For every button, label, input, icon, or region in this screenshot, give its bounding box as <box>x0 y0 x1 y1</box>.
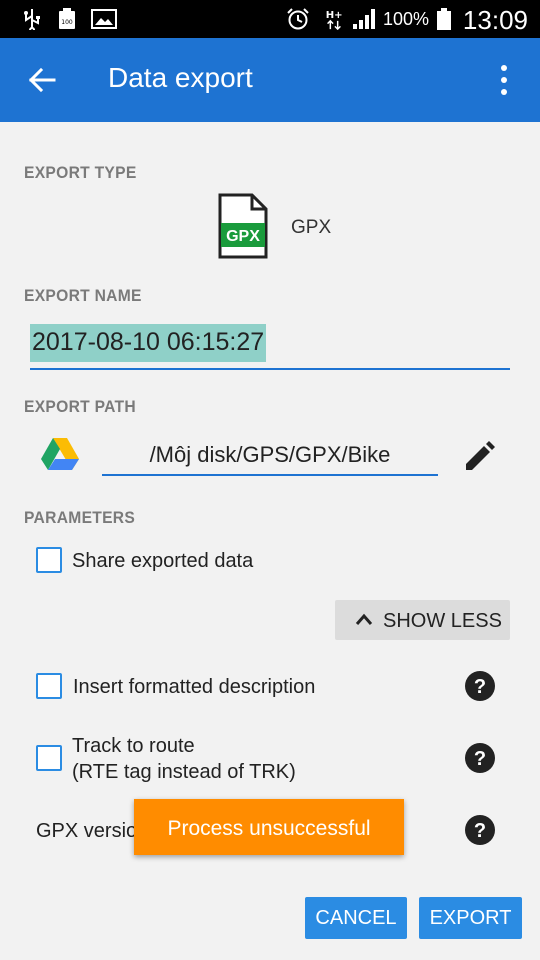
show-less-label: SHOW LESS <box>383 610 502 632</box>
track-to-route-checkbox[interactable] <box>36 745 62 771</box>
share-checkbox[interactable] <box>36 547 62 573</box>
status-bar: 100 H+ 100% 13:09 <box>0 0 540 38</box>
page-title: Data export <box>108 62 253 93</box>
svg-text:100: 100 <box>61 19 73 26</box>
more-vert-icon[interactable] <box>484 60 524 100</box>
insert-description-checkbox[interactable] <box>36 673 62 699</box>
export-type-value: GPX <box>291 217 332 238</box>
export-type-label: EXPORT TYPE <box>24 163 137 182</box>
show-less-button[interactable]: SHOW LESS <box>335 600 510 640</box>
signal-icon <box>353 9 375 29</box>
export-path-label: EXPORT PATH <box>24 397 136 416</box>
alarm-icon <box>287 8 309 30</box>
edit-pencil-icon[interactable] <box>462 440 496 474</box>
track-to-route-label[interactable]: Track to route <box>72 735 195 758</box>
cancel-button[interactable]: CANCEL <box>305 897 407 939</box>
parameters-label: PARAMETERS <box>24 508 136 527</box>
insert-description-label[interactable]: Insert formatted description <box>73 676 315 699</box>
share-label[interactable]: Share exported data <box>72 550 253 573</box>
export-path-field[interactable]: /Môj disk/GPS/GPX/Bike <box>102 436 438 476</box>
export-button[interactable]: EXPORT <box>419 897 522 939</box>
arrow-back-icon[interactable] <box>20 58 64 102</box>
svg-text:?: ? <box>474 820 486 842</box>
export-name-field[interactable]: 2017-08-10 06:15:27 <box>30 322 510 370</box>
gpx-icon-text: GPX <box>226 228 260 245</box>
app-bar: Data export <box>0 38 540 122</box>
svg-text:?: ? <box>474 676 486 698</box>
gpx-version-label[interactable]: GPX versio <box>36 820 137 843</box>
help-icon[interactable]: ? <box>464 742 496 774</box>
export-path-value: /Môj disk/GPS/GPX/Bike <box>149 442 391 467</box>
svg-text:H+: H+ <box>326 10 343 21</box>
chevron-up-icon <box>355 613 373 625</box>
battery-icon <box>437 8 451 30</box>
usb-icon <box>24 9 40 30</box>
battery-saver-icon: 100 <box>59 8 75 29</box>
hplus-data-icon: H+ <box>326 10 343 30</box>
toast: Process unsuccessful <box>134 799 404 855</box>
google-drive-icon <box>41 438 79 470</box>
svg-text:?: ? <box>474 748 486 770</box>
track-to-route-sublabel: (RTE tag instead of TRK) <box>72 761 296 783</box>
image-icon <box>91 9 117 29</box>
help-icon[interactable]: ? <box>464 814 496 846</box>
clock: 13:09 <box>462 5 528 35</box>
help-icon[interactable]: ? <box>464 670 496 702</box>
toast-message: Process unsuccessful <box>167 817 371 840</box>
export-name-label: EXPORT NAME <box>24 286 142 305</box>
gpx-file-icon[interactable]: GPX <box>218 193 268 259</box>
battery-percent: 100% <box>383 9 430 29</box>
export-name-value[interactable]: 2017-08-10 06:15:27 <box>30 324 267 362</box>
